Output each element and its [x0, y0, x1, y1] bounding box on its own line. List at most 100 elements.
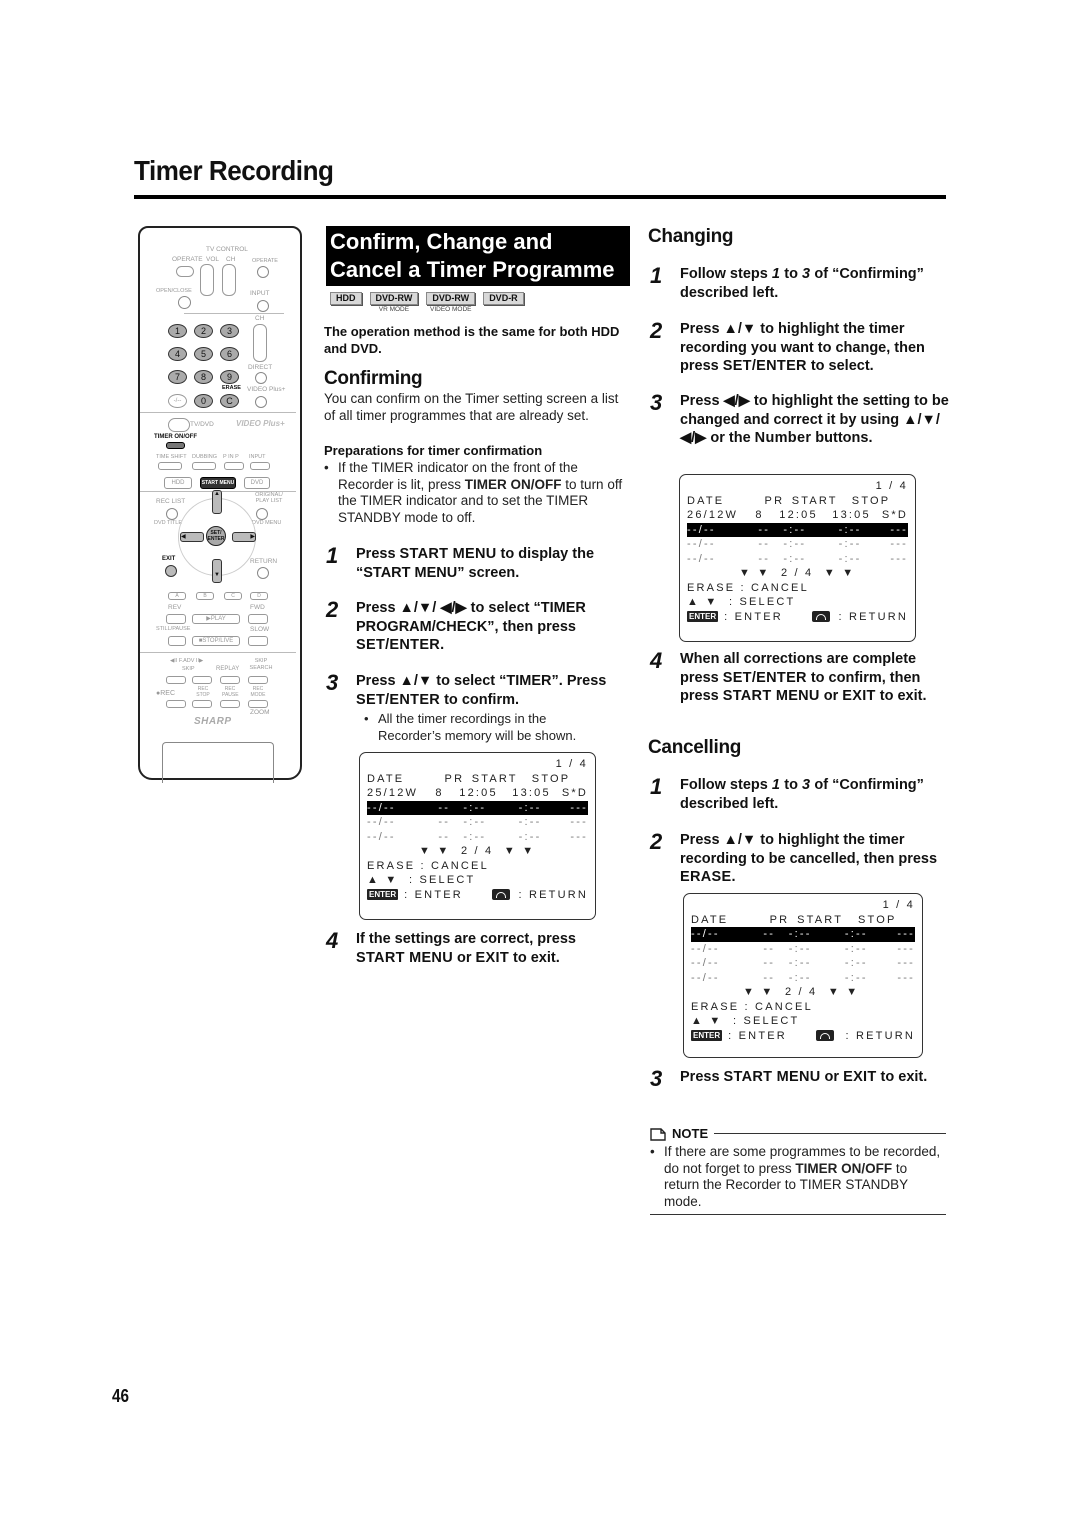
step-text: Press ◀/▶ to highlight the setting to be… — [680, 392, 950, 448]
osd-header-row: DATE PR START STOP — [691, 913, 915, 928]
note-heading: NOTE — [672, 1126, 709, 1141]
osd-timer-cell: --/-- — [367, 816, 396, 828]
badge-hdd: HDD — [330, 292, 362, 313]
note-rule-top — [714, 1133, 946, 1134]
osd-timer-cell: -:-- — [838, 538, 862, 550]
osd-timer-cell: -:-- — [463, 801, 487, 814]
remote-tvdvd-label: TV/DVD — [190, 421, 214, 428]
change-step-3: 3 Press ◀/▶ to highlight the setting to … — [650, 392, 950, 448]
osd-timer-cell: --- — [570, 830, 589, 843]
step-number: 1 — [650, 774, 663, 799]
osd-return-text: : RETURN — [518, 888, 588, 901]
remote-key-6: 6 — [220, 347, 239, 361]
remote-stop-live-button: ■STOP/LIVE — [192, 636, 240, 646]
osd-timer-row[interactable]: --/-- -- -:-- -:-- --- — [687, 552, 908, 567]
remote-videoplus-button — [255, 396, 267, 408]
osd-timer-row[interactable]: --/-- -- -:-- -:-- --- — [691, 942, 915, 957]
step-ref: 1 — [771, 777, 781, 793]
remote-skip-fwd-button — [192, 676, 212, 684]
remote-skip-label: SKIP — [182, 666, 195, 672]
remote-key-3: 3 — [220, 324, 239, 338]
remote-direct-label: DIRECT — [248, 364, 273, 371]
section-banner-line1: Confirm, Change and — [330, 229, 553, 254]
remote-key-5: 5 — [194, 347, 213, 361]
osd-timer-cell: --/-- — [691, 942, 720, 955]
remote-b-button: B — [196, 592, 214, 600]
remote-ch2-rocker — [253, 324, 267, 362]
keyword: SET/ENTER — [722, 358, 807, 374]
osd-timer-row[interactable]: 25/12W 8 12:05 13:05 S*D — [367, 786, 588, 801]
osd-timer-cell: -:-- — [788, 942, 812, 955]
osd-timer-row[interactable]: --/-- -- -:-- -:-- --- — [691, 971, 915, 986]
remote-dvdtitle-label: DVD TITLE — [154, 520, 183, 526]
osd-timer-cell: S*D — [881, 509, 908, 521]
osd-timer-cell: --/-- — [687, 538, 716, 550]
remote-down-button: ▼ — [212, 559, 222, 583]
osd-header-row: DATE PR START STOP — [367, 772, 588, 787]
remote-direct-button — [255, 372, 267, 384]
text: to select. — [806, 358, 874, 374]
osd-select-hint: ▲ ▼ : SELECT — [687, 595, 908, 610]
osd-page-text: 1 / 4 — [882, 899, 915, 911]
section-banner-line2: Cancel a Timer Programme — [330, 257, 615, 282]
osd-timer-cell: -:-- — [844, 971, 868, 984]
remote-rec-button — [166, 700, 186, 708]
osd-column-header: START — [791, 494, 838, 507]
osd-timer-cell: -:-- — [788, 971, 812, 984]
osd-timer-cell: -- — [758, 523, 771, 536]
osd-timer-cell: -:-- — [844, 942, 868, 955]
text: to exit. — [876, 1069, 928, 1085]
osd-timer-row[interactable]: --/-- -- -:-- -:-- --- — [367, 800, 588, 815]
remote-rec-mode-label: REC MODE — [250, 686, 266, 698]
step-text: Press ▲/▼ to select “TIMER”. Press SET/E… — [356, 672, 626, 709]
osd-timer-row[interactable]: --/-- -- -:-- -:-- --- — [367, 830, 588, 845]
step-text: If the settings are correct, press START… — [356, 930, 626, 967]
osd-timer-row[interactable]: --/-- -- -:-- -:-- --- — [691, 956, 915, 971]
osd-return-text: : RETURN — [845, 1029, 915, 1042]
text: to confirm. — [440, 691, 520, 708]
step-number: 2 — [650, 829, 663, 854]
osd-timer-cell: -:-- — [463, 830, 487, 843]
osd-page-indicator: 1 / 4 — [367, 757, 588, 772]
remote-key-9: 9 — [220, 370, 239, 384]
step-text: When all corrections are complete press … — [680, 650, 950, 706]
step-text: Follow steps 1 to 3 of “Confirming” desc… — [680, 265, 950, 302]
remote-play-button: ▶PLAY — [192, 614, 240, 624]
note-header: NOTE — [650, 1126, 946, 1141]
badge-sub: VIDEO MODE — [429, 306, 472, 313]
remote-skip-back-button — [166, 676, 186, 684]
remote-fwd-button — [248, 614, 268, 624]
keyword: ERASE — [680, 869, 732, 885]
osd-timer-cell: -:-- — [838, 552, 862, 565]
osd-column-header: PR — [769, 913, 790, 926]
keyword: EXIT — [843, 1069, 877, 1085]
remote-input2-label: INPUT — [249, 454, 266, 460]
remote-input-label: INPUT — [250, 290, 270, 297]
osd-timer-cell: --- — [897, 971, 915, 984]
remote-divider — [140, 412, 296, 413]
text: or — [452, 949, 476, 966]
remote-rec-pause-label: REC PAUSE — [222, 686, 239, 698]
remote-open-close-label: OPEN/CLOSE — [156, 288, 192, 294]
note-box: NOTE • If there are some programmes to b… — [650, 1126, 946, 1215]
osd-timer-row[interactable]: --/-- -- -:-- -:-- --- — [691, 927, 915, 942]
osd-timer-row[interactable]: --/-- -- -:-- -:-- --- — [687, 522, 908, 537]
step-text: Follow steps 1 to 3 of “Confirming” desc… — [680, 776, 950, 813]
keyword: START MENU — [723, 1069, 821, 1085]
osd-timer-row[interactable]: --/-- -- -:-- -:-- --- — [687, 537, 908, 552]
remote-fwd-label: FWD — [250, 604, 265, 611]
remote-brand-logo: SHARP — [194, 716, 232, 727]
step-number: 3 — [326, 670, 339, 695]
osd-erase-text: ERASE : CANCEL — [691, 1000, 813, 1013]
note-rule-bottom — [650, 1214, 946, 1215]
badge-dvd-r: DVD-R — [483, 292, 524, 313]
step3-bullet: • All the timer recordings in the Record… — [364, 711, 604, 744]
osd-timer-row[interactable]: --/-- -- -:-- -:-- --- — [367, 815, 588, 830]
osd-pager-text: ▼ ▼ 2 / 4 ▼ ▼ — [739, 567, 856, 579]
text: Press ▲/▼ to highlight the timer recordi… — [680, 832, 938, 867]
remote-tv-operate-label: OPERATE — [252, 258, 278, 264]
osd-timer-cell: --/-- — [691, 957, 720, 969]
prep-bullet: • If the TIMER indicator on the front of… — [324, 460, 624, 526]
remote-set-enter-button: SET/ ENTER — [206, 526, 226, 546]
osd-timer-row[interactable]: 26/12W 8 12:05 13:05 S*D — [687, 508, 908, 523]
